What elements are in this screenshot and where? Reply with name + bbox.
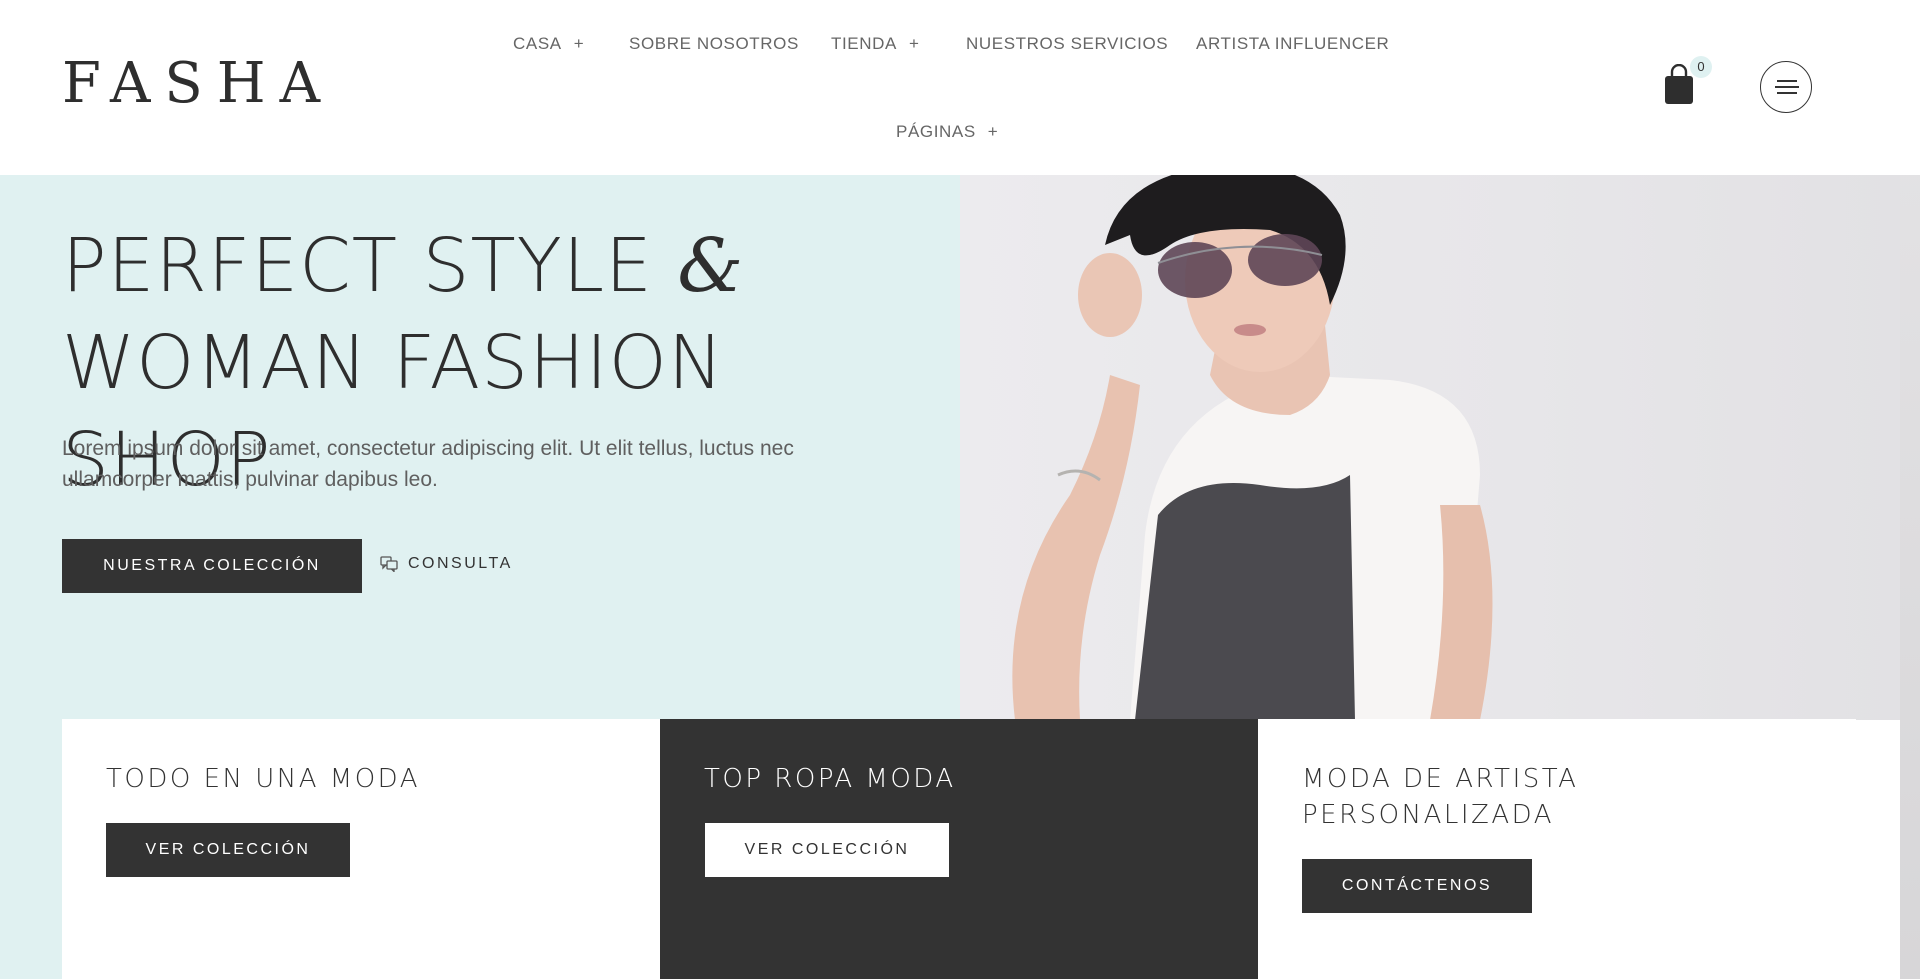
- plus-icon: +: [573, 34, 585, 53]
- chat-icon: [380, 556, 398, 572]
- cart-count-badge: 0: [1690, 56, 1712, 78]
- nav-item-label: ARTISTA INFLUENCER: [1196, 34, 1390, 53]
- hero-model-image: [960, 175, 1900, 720]
- nav-item-casa[interactable]: CASA +: [513, 34, 584, 54]
- feature-card-artist-fashion: MODA DE ARTISTA PERSONALIZADA CONTÁCTENO…: [1258, 719, 1856, 979]
- page-edge-shadow: [1900, 88, 1920, 979]
- hamburger-menu-icon: [1775, 86, 1799, 88]
- consult-link[interactable]: CONSULTA: [380, 555, 513, 573]
- hero-description: Lorem ipsum dolor sit amet, consectetur …: [62, 437, 794, 491]
- nav-item-artista-influencer[interactable]: ARTISTA INFLUENCER: [1196, 34, 1389, 54]
- feature-card-top-clothing: TOP ROPA MODA VER COLECCIÓN: [660, 719, 1258, 979]
- nav-item-sobre-nosotros[interactable]: SOBRE NOSOTROS: [629, 34, 799, 54]
- plus-icon: +: [987, 122, 999, 141]
- hamburger-menu-icon: [1777, 92, 1797, 94]
- site-header: FASHA CASA + SOBRE NOSOTROS TIENDA + NUEST…: [0, 0, 1920, 175]
- plus-icon: +: [908, 34, 920, 53]
- nav-item-label: TIENDA: [831, 34, 897, 53]
- nav-item-tienda[interactable]: TIENDA +: [831, 34, 919, 54]
- feature-card-title: TODO EN UNA MODA: [106, 764, 421, 794]
- nav-item-label: PÁGINAS: [896, 122, 976, 141]
- hamburger-menu-icon: [1777, 80, 1797, 82]
- hero-title-line1: PERFECT STYLE: [62, 223, 653, 309]
- view-collection-button[interactable]: VER COLECCIÓN: [705, 823, 949, 877]
- nav-item-nuestros-servicios[interactable]: NUESTROS SERVICIOS: [966, 34, 1168, 54]
- nav-item-paginas[interactable]: PÁGINAS +: [896, 122, 998, 142]
- ampersand: &: [677, 223, 745, 309]
- model-photo: [1012, 175, 1493, 720]
- our-collection-button[interactable]: NUESTRA COLECCIÓN: [62, 539, 362, 593]
- main-nav: CASA + SOBRE NOSOTROS TIENDA + NUESTROS SE…: [470, 0, 1420, 175]
- nav-item-label: CASA: [513, 34, 562, 53]
- nav-item-label: NUESTROS SERVICIOS: [966, 34, 1169, 53]
- feature-card-title: TOP ROPA MODA: [704, 764, 956, 794]
- site-logo[interactable]: FASHA: [62, 56, 334, 112]
- consult-label: CONSULTA: [408, 555, 513, 572]
- contact-us-button[interactable]: CONTÁCTENOS: [1302, 859, 1532, 913]
- nav-item-label: SOBRE NOSOTROS: [629, 34, 799, 53]
- feature-card-title: MODA DE ARTISTA PERSONALIZADA: [1302, 764, 1579, 830]
- view-collection-button[interactable]: VER COLECCIÓN: [106, 823, 350, 877]
- hamburger-menu-button[interactable]: [1760, 61, 1812, 113]
- feature-card-all-in-one: TODO EN UNA MODA VER COLECCIÓN: [62, 719, 660, 979]
